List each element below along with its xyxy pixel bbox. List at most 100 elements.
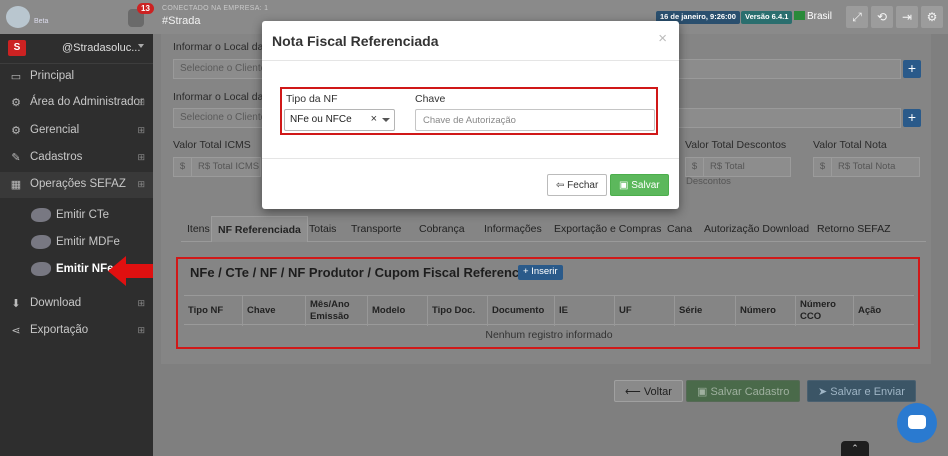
salvar-cadastro-button[interactable]: ▣ Salvar Cadastro (686, 380, 801, 402)
tipo-nf-label: Tipo da NF (286, 93, 338, 105)
arrow-left-icon: ⟵ (625, 386, 644, 398)
column-header: Tipo Doc. (427, 296, 487, 326)
add-local1-button[interactable]: + (903, 60, 921, 78)
sidebar-subitem-label: Emitir MDFe (56, 236, 120, 248)
column-header: Tipo NF (188, 305, 224, 316)
sidebar-subitem-emitir-cte[interactable]: Emitir CTe (0, 204, 153, 228)
chat-icon (908, 415, 926, 429)
currency-icon: $ (686, 158, 704, 176)
flag-icon (794, 11, 805, 20)
save-icon: ▣ (619, 180, 632, 191)
modal-footer: ⇦ Fechar ▣ Salvar (262, 158, 679, 209)
nota-placeholder: R$ Total Nota (838, 161, 896, 172)
add-local2-button[interactable]: + (903, 109, 921, 127)
modal-header: Nota Fiscal Referenciada × (262, 21, 679, 61)
logout-icon[interactable]: ⇥ (896, 6, 918, 28)
chat-button[interactable] (897, 403, 937, 443)
chave-input[interactable]: Chave de Autorização (415, 109, 655, 131)
sidebar-item-label: Principal (30, 70, 75, 82)
chevron-down-icon (382, 118, 390, 122)
nfe-icon (31, 262, 51, 276)
column-header: Documento (487, 296, 554, 326)
close-icon[interactable]: × (658, 30, 667, 47)
nota-fiscal-modal: Nota Fiscal Referenciada × Tipo da NF NF… (262, 21, 679, 209)
tab-autorizacao-download[interactable]: Autorização Download (698, 216, 815, 242)
scroll-up-icon[interactable]: ⌃ (841, 441, 869, 456)
tab-retorno-sefaz[interactable]: Retorno SEFAZ (811, 216, 897, 242)
clear-icon[interactable]: × (371, 113, 377, 125)
sidebar-item-exportacao[interactable]: ⋖ Exportação ⊞ (0, 318, 153, 344)
tab-informacoes[interactable]: Informações (478, 216, 548, 242)
column-header: Ação (853, 296, 914, 326)
expand-icon: ⊞ (137, 179, 145, 189)
sidebar-subitem-emitir-mdfe[interactable]: Emitir MDFe (0, 231, 153, 255)
tab-transporte[interactable]: Transporte (345, 216, 407, 242)
expand-icon: ⊞ (137, 325, 145, 335)
table-header: Tipo NF Chave Mês/Ano Emissão Modelo Tip… (184, 295, 914, 326)
modal-title: Nota Fiscal Referenciada (272, 33, 439, 49)
icms-placeholder: R$ Total ICMS (198, 161, 260, 172)
user-name: @Stradasoluc... (62, 42, 141, 54)
column-header: Chave (242, 296, 305, 326)
windows-icon: ▦ (10, 179, 22, 191)
send-icon: ➤ (818, 386, 831, 398)
tab-totais[interactable]: Totais (303, 216, 342, 242)
cogs-icon: ⚙ (11, 125, 21, 137)
tab-exportacao-compras[interactable]: Exportação e Compras (548, 216, 667, 242)
sidebar-item-cadastros[interactable]: ✎ Cadastros ⊞ (0, 145, 153, 171)
salvar-enviar-button[interactable]: ➤ Salvar e Enviar (807, 380, 916, 402)
exit-icon: ⇦ (556, 180, 568, 191)
column-header: Série (674, 296, 735, 326)
refresh-icon[interactable]: ⟲ (871, 6, 893, 28)
sidebar-subitem-label: Emitir CTe (56, 209, 110, 221)
empty-table-message: Nenhum registro informado (485, 329, 613, 341)
icms-input[interactable]: $ R$ Total ICMS (173, 157, 261, 177)
sidebar-item-principal[interactable]: ▭ Principal (0, 64, 153, 90)
insert-button[interactable]: + Inserir (518, 265, 563, 280)
cte-icon (31, 208, 51, 222)
nota-input[interactable]: $ R$ Total Nota (813, 157, 920, 177)
nota-label: Valor Total Nota (813, 139, 887, 151)
currency-icon: $ (814, 158, 832, 176)
sidebar-item-operacoes-sefaz[interactable]: ▦ Operações SEFAZ ⊞ (0, 172, 153, 198)
tipo-nf-value: NFe ou NFCe (290, 114, 352, 125)
column-header: IE (554, 296, 614, 326)
column-header: Mês/Ano Emissão (305, 296, 367, 326)
sidebar-item-download[interactable]: ⬇ Download ⊞ (0, 291, 153, 317)
app-logo[interactable] (6, 6, 30, 28)
local2-label: Informar o Local da E (173, 91, 274, 103)
local1-label: Informar o Local da R (173, 41, 274, 53)
sidebar-item-label: Área do Administrador (30, 96, 144, 108)
version-badge: Versão 6.4.1 (741, 11, 793, 24)
tipo-nf-select[interactable]: NFe ou NFCe × (284, 109, 395, 131)
sidebar-item-admin[interactable]: ⚙ Área do Administrador ⊞ (0, 90, 153, 116)
sidebar-item-label: Operações SEFAZ (30, 178, 126, 190)
expand-icon[interactable]: ⤢ (846, 6, 868, 28)
column-header: Número (735, 296, 795, 326)
tab-cana[interactable]: Cana (661, 216, 698, 242)
sidebar: S @Stradasoluc... ▭ Principal ⚙ Área do … (0, 34, 153, 456)
salvar-button[interactable]: ▣ Salvar (610, 174, 669, 196)
tab-bar: Itens NF Referenciada Totais Transporte … (181, 216, 926, 242)
download-icon: ⬇ (11, 298, 21, 310)
voltar-button[interactable]: ⟵ Voltar (614, 380, 683, 402)
sidebar-item-gerencial[interactable]: ⚙ Gerencial ⊞ (0, 118, 153, 144)
sidebar-user[interactable]: S @Stradasoluc... (0, 34, 153, 64)
tab-nf-referenciada[interactable]: NF Referenciada (211, 216, 308, 242)
sidebar-item-label: Cadastros (30, 151, 83, 163)
country-label[interactable]: Brasil (807, 11, 832, 22)
gear-icon[interactable]: ⚙ (921, 6, 943, 28)
column-header: Número CCO (795, 296, 853, 326)
tab-cobranca[interactable]: Cobrança (413, 216, 471, 242)
sidebar-item-label: Gerencial (30, 124, 80, 136)
descontos-input[interactable]: $ R$ Total Descontos (685, 157, 791, 187)
company-label: CONECTADO NA EMPRESA: 1 (162, 5, 269, 12)
chave-label: Chave (415, 93, 446, 105)
logo-text: Beta (34, 18, 49, 25)
sidebar-item-label: Download (30, 297, 82, 309)
fechar-button[interactable]: ⇦ Fechar (547, 174, 608, 196)
expand-icon: ⊞ (137, 97, 145, 107)
expand-icon: ⊞ (137, 152, 145, 162)
caret-down-icon (138, 44, 144, 48)
monitor-icon: ▭ (10, 71, 22, 83)
